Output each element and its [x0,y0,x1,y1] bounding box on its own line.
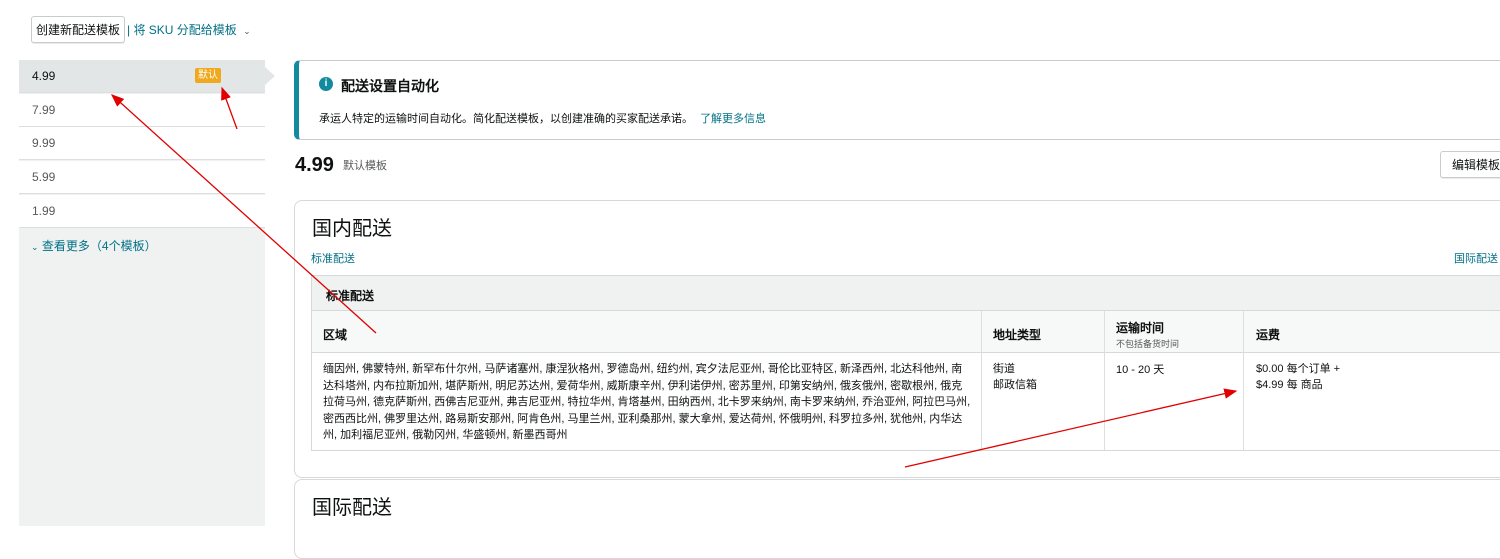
annotation-overlay [111,86,1238,468]
annotation-arrow [904,388,1238,468]
annotation-arrow [111,94,377,334]
annotation-arrow [221,86,238,130]
